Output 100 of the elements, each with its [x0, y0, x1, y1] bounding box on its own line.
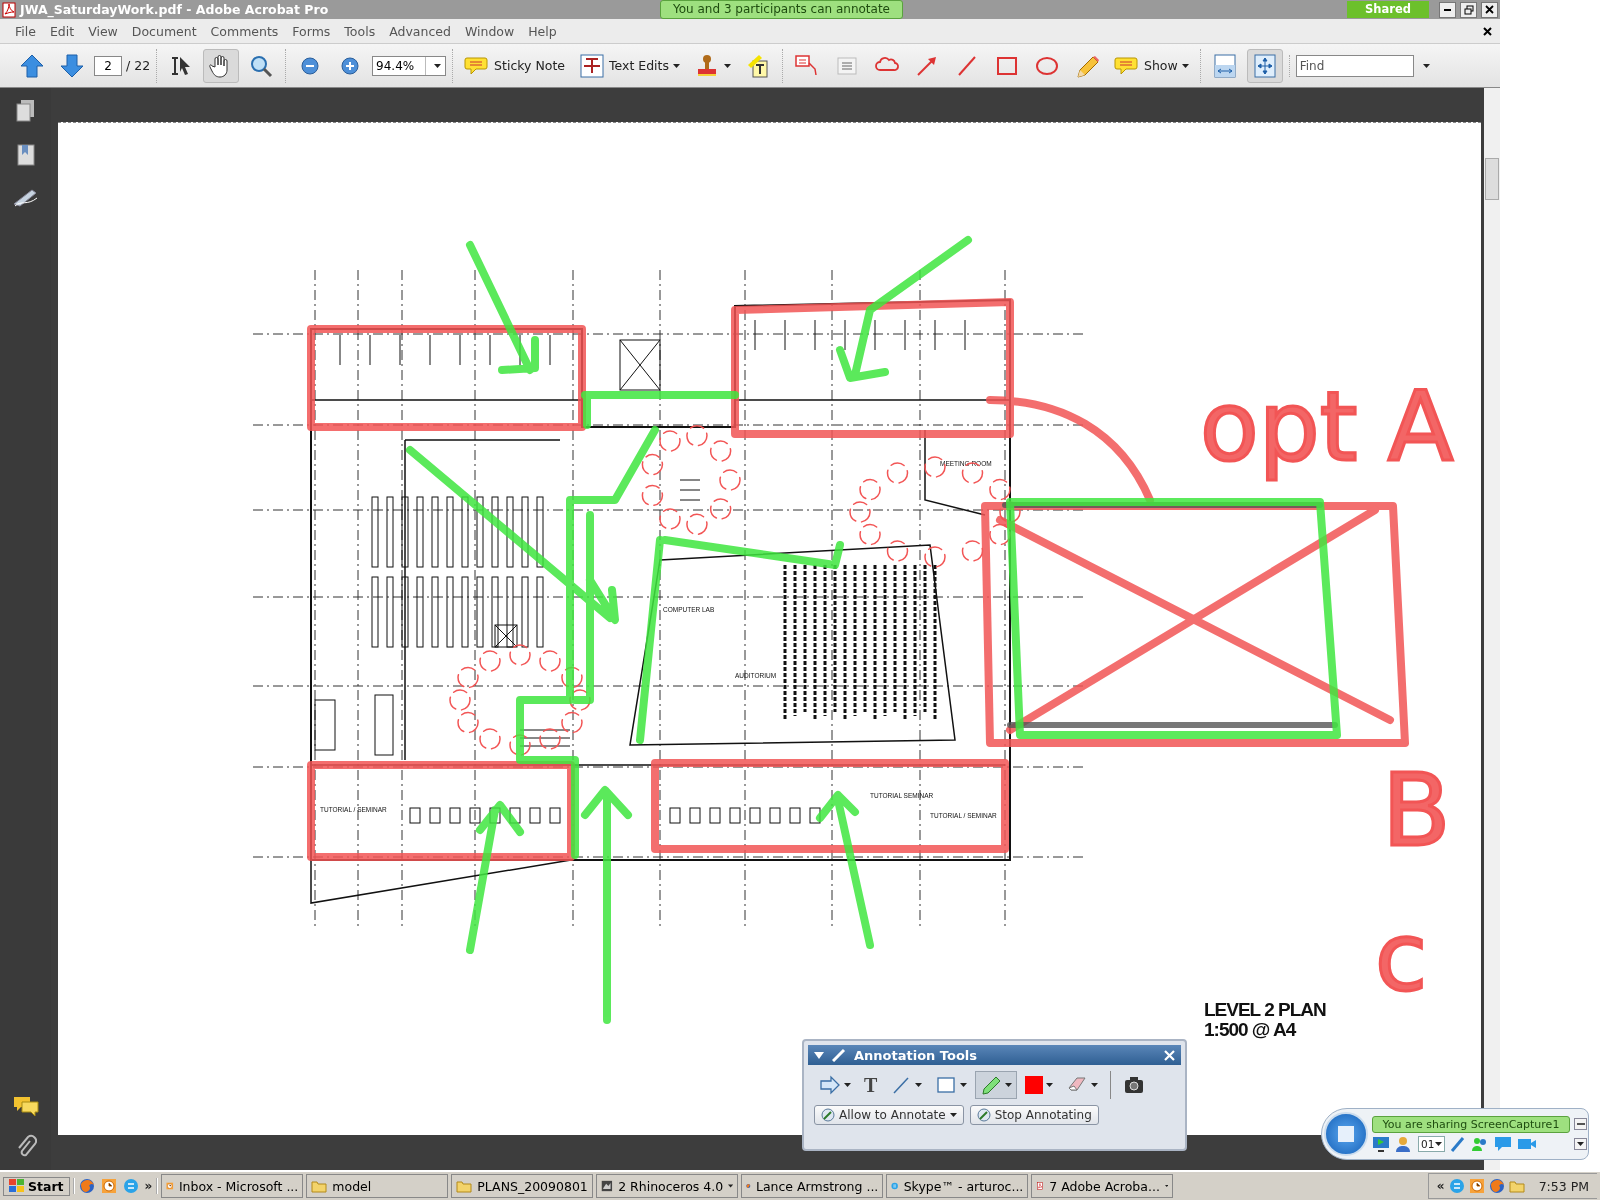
zoom-field[interactable]: 94.4% [372, 55, 447, 76]
taskbar-button[interactable]: PLANS_20090801 [451, 1174, 594, 1198]
handwritten-note: opt A [1200, 371, 1454, 483]
clock-icon [1468, 1178, 1485, 1194]
menu-item[interactable]: Document [124, 23, 204, 39]
plan-title: LEVEL 2 PLAN [1204, 999, 1326, 1020]
up-arrow-icon [19, 52, 45, 79]
tool-button[interactable] [203, 48, 240, 83]
chat-icon [122, 1178, 139, 1194]
folder-icon [456, 1178, 473, 1194]
globe-icon [1488, 1178, 1505, 1194]
minimize-button[interactable] [1439, 1, 1456, 18]
monitor-icon[interactable] [1372, 1136, 1390, 1152]
handwritten-note: c [1375, 902, 1428, 1012]
restore-button[interactable] [1460, 1, 1477, 18]
tool-button[interactable] [1246, 48, 1283, 83]
caret-icon [1046, 1083, 1054, 1087]
taskbar-button[interactable]: Lance Armstrong ... [741, 1174, 884, 1198]
minimize-icon [1444, 8, 1451, 11]
full-screen-icon [1251, 52, 1278, 79]
menu-item[interactable]: Advanced [382, 23, 458, 39]
caret-icon [1422, 63, 1430, 68]
annotate-banner: You and 3 participants can annotate [660, 0, 903, 19]
caret-icon [949, 1113, 957, 1117]
annotate-icon [821, 1108, 835, 1122]
page-count: / 22 [126, 58, 151, 73]
menu-item[interactable]: Comments [203, 23, 286, 39]
pencil-icon[interactable] [1450, 1136, 1467, 1152]
caret-icon [728, 1184, 734, 1188]
page-field[interactable]: 2 [94, 55, 122, 76]
flag-icon [9, 1179, 25, 1193]
menu-item[interactable]: File [8, 23, 43, 39]
find-field[interactable]: Find [1295, 54, 1414, 77]
panel-button[interactable]: Stop Annotating [969, 1105, 1099, 1125]
taskbar-button[interactable]: 2 Rhinoceros 4.0 [596, 1174, 739, 1198]
chat-icon[interactable] [1494, 1136, 1513, 1152]
window-title: JWA_SaturdayWork.pdf - Adobe Acrobat Pro [20, 2, 329, 17]
start-button[interactable]: Start [3, 1176, 70, 1196]
caret-icon [1577, 1142, 1584, 1146]
collapse-icon[interactable] [814, 1051, 824, 1059]
toolbar-button[interactable]: Sticky Note [459, 48, 571, 83]
caret-icon [1005, 1083, 1013, 1087]
clock-icon [100, 1178, 117, 1194]
menu-item[interactable]: Window [457, 23, 522, 39]
folder-icon [311, 1178, 328, 1194]
pencil-icon [832, 1048, 846, 1062]
panel-title: Annotation Tools [854, 1047, 978, 1063]
sharing-status: You are sharing ScreenCapture1 [1372, 1116, 1570, 1133]
tray-toggle[interactable]: « [1436, 1179, 1445, 1193]
close-icon[interactable] [1483, 26, 1492, 36]
fit-width-icon [1211, 52, 1238, 79]
pencil-icon [980, 1074, 1003, 1096]
menu-item[interactable]: Help [521, 23, 564, 39]
menu-item[interactable]: View [81, 23, 125, 39]
plan-scale: 1:500 @ A4 [1204, 1019, 1296, 1040]
taskbar-button[interactable]: Inbox - Microsoft ... [161, 1174, 304, 1198]
annotate-icon [976, 1108, 991, 1122]
menu-item[interactable]: Forms [285, 23, 338, 39]
caret-icon [673, 63, 680, 68]
taskbar-button[interactable]: 7 Adobe Acroba... [1031, 1174, 1174, 1198]
caret-icon [1164, 1184, 1169, 1188]
caret-icon [915, 1083, 923, 1087]
caret-icon [960, 1083, 968, 1087]
shared-badge: Shared [1347, 1, 1429, 18]
chat-icon [1448, 1178, 1465, 1194]
comments-icon[interactable] [11, 1094, 40, 1116]
caret-icon [1435, 1142, 1443, 1146]
restore-icon [1463, 4, 1474, 15]
screen-picker[interactable]: 01 [1418, 1136, 1446, 1152]
document-icon [2, 1, 16, 18]
close-button[interactable] [1481, 1, 1498, 18]
minimize-button[interactable] [1574, 1118, 1587, 1130]
arrow-icon [819, 1074, 841, 1096]
close-icon [1485, 5, 1494, 14]
down-arrow-icon [59, 52, 85, 79]
more-button[interactable]: » [144, 1179, 153, 1193]
expand-button[interactable] [1574, 1138, 1587, 1150]
toolbar-button[interactable]: Show [1109, 48, 1194, 83]
caret-icon [1181, 63, 1189, 68]
caret-icon [844, 1083, 851, 1087]
toolbar-button[interactable]: Text Edits [574, 48, 685, 83]
stop-icon [1338, 1126, 1354, 1142]
handwritten-note: B [1382, 752, 1451, 869]
minimize-icon [1576, 1122, 1585, 1126]
camera-icon [1123, 1074, 1146, 1096]
user-icon[interactable] [1395, 1136, 1413, 1152]
rectangle-icon [935, 1074, 958, 1096]
text-tool-button[interactable]: T [859, 1071, 883, 1099]
panel-button[interactable]: Allow to Annotate [814, 1105, 964, 1125]
folder-icon [1508, 1178, 1525, 1194]
menu-item[interactable]: Tools [337, 23, 383, 39]
caret-icon [1091, 1083, 1099, 1087]
clock: 7:53 PM [1538, 1178, 1589, 1194]
menu-item[interactable]: Edit [42, 23, 82, 39]
stop-sharing-button[interactable] [1324, 1112, 1368, 1156]
taskbar-button[interactable]: model [306, 1174, 449, 1198]
taskbar-button[interactable]: Skype™ - arturoc... [886, 1174, 1029, 1198]
globe-icon [78, 1178, 95, 1194]
video-camera-icon[interactable] [1517, 1137, 1538, 1151]
caret-icon [724, 63, 731, 68]
